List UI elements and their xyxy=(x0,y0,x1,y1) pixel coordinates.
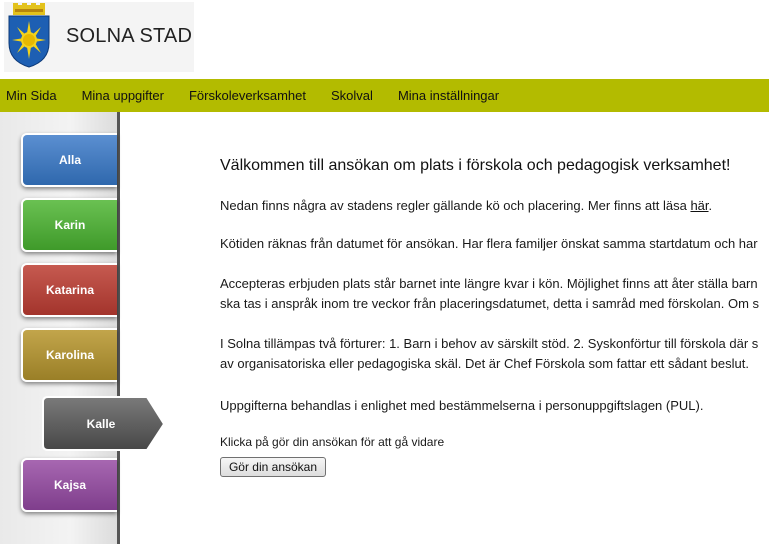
rules-paragraph: Nedan finns några av stadens regler gäll… xyxy=(220,196,712,216)
queue-time-paragraph: Kötiden räknas från datumet för ansökan.… xyxy=(220,236,758,251)
main-nav: Min Sida Mina uppgifter Förskoleverksamh… xyxy=(0,79,769,112)
rules-text: Nedan finns några av stadens regler gäll… xyxy=(220,198,691,213)
tab-label: Karolina xyxy=(45,348,94,362)
child-tab-kajsa[interactable]: Kajsa xyxy=(21,458,117,512)
solna-crest-icon xyxy=(8,3,50,68)
nav-skolval[interactable]: Skolval xyxy=(331,88,373,103)
header: SOLNA STAD xyxy=(0,0,769,78)
nav-mina-uppgifter[interactable]: Mina uppgifter xyxy=(82,88,164,103)
pul-paragraph: Uppgifterna behandlas i enlighet med bes… xyxy=(220,398,704,413)
tab-label: Katarina xyxy=(45,283,95,297)
child-tab-karolina[interactable]: Karolina xyxy=(21,328,117,382)
child-tab-katarina[interactable]: Katarina xyxy=(21,263,117,317)
tab-label: Karin xyxy=(54,218,86,232)
tab-label: Kalle xyxy=(86,417,116,431)
accept-offer-line-1: Accepteras erbjuden plats står barnet in… xyxy=(220,276,758,291)
child-tab-kalle-active[interactable]: Kalle xyxy=(41,395,167,453)
priority-line-2: av organisatoriska eller pedagogiska skä… xyxy=(220,356,749,371)
rules-text-end: . xyxy=(708,198,713,213)
priority-line-1: I Solna tillämpas två förturer: 1. Barn … xyxy=(220,336,759,351)
logo-area[interactable]: SOLNA STAD xyxy=(4,2,194,72)
page-title: Välkommen till ansökan om plats i försko… xyxy=(220,157,731,174)
child-tab-karin[interactable]: Karin xyxy=(21,198,117,252)
instruction-text: Klicka på gör din ansökan för att gå vid… xyxy=(220,435,445,449)
apply-button[interactable]: Gör din ansökan xyxy=(220,457,326,477)
nav-min-sida[interactable]: Min Sida xyxy=(6,88,57,103)
child-sidebar: Alla Karin Katarina Karolina Kajsa xyxy=(0,112,120,544)
tab-label: Kajsa xyxy=(53,478,87,492)
main-content: Välkommen till ansökan om plats i försko… xyxy=(220,112,769,544)
child-tab-alla[interactable]: Alla xyxy=(21,133,117,187)
tab-label: Alla xyxy=(58,153,81,167)
read-more-link[interactable]: här xyxy=(690,198,708,213)
accept-offer-paragraph: Accepteras erbjuden plats står barnet in… xyxy=(220,274,759,314)
priority-paragraph: I Solna tillämpas två förturer: 1. Barn … xyxy=(220,334,758,374)
accept-offer-line-2: ska tas i anspråk inom tre veckor från p… xyxy=(220,296,760,311)
nav-forskoleverksamhet[interactable]: Förskoleverksamhet xyxy=(189,88,306,103)
nav-mina-installningar[interactable]: Mina inställningar xyxy=(398,88,499,103)
brand-name: SOLNA STAD xyxy=(66,25,193,47)
